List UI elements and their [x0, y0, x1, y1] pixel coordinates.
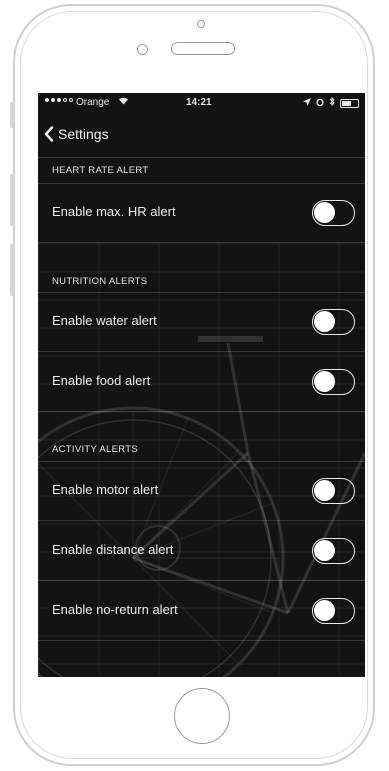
carrier-name: Orange [76, 97, 110, 108]
distance-alert-toggle[interactable] [312, 538, 355, 564]
wifi-icon [118, 96, 129, 108]
alarm-clock-icon [316, 98, 324, 109]
section-header-nutrition: NUTRITION ALERTS [52, 276, 148, 287]
earpiece-speaker [171, 42, 235, 55]
location-arrow-icon [303, 97, 311, 109]
battery-icon [340, 98, 359, 108]
divider [38, 157, 365, 158]
row-water-alert: Enable water alert [38, 293, 365, 352]
section-header-activity: ACTIVITY ALERTS [52, 444, 138, 455]
max-hr-alert-toggle[interactable] [312, 200, 355, 226]
back-button[interactable]: Settings [44, 123, 109, 145]
row-label: Enable no-return alert [52, 602, 178, 617]
food-alert-toggle[interactable] [312, 369, 355, 395]
section-header-heart-rate: HEART RATE ALERT [52, 165, 149, 176]
cellular-signal-icon [45, 98, 73, 102]
row-label: Enable water alert [52, 313, 157, 328]
app-screen: Orange 14:21 Settings HEART RATE ALERT E… [38, 93, 365, 677]
water-alert-toggle[interactable] [312, 309, 355, 335]
status-bar: Orange 14:21 [38, 93, 365, 115]
mute-switch [10, 102, 14, 128]
row-label: Enable motor alert [52, 482, 159, 497]
back-button-label: Settings [58, 126, 109, 142]
status-time: 14:21 [186, 97, 212, 108]
row-label: Enable max. HR alert [52, 204, 176, 219]
row-label: Enable food alert [52, 373, 151, 388]
chevron-left-icon [44, 126, 54, 142]
row-max-hr-alert: Enable max. HR alert [38, 184, 365, 243]
volume-up-button [10, 174, 14, 226]
bluetooth-icon [329, 96, 335, 109]
no-return-alert-toggle[interactable] [312, 598, 355, 624]
home-button[interactable] [174, 688, 230, 744]
volume-down-button [10, 244, 14, 296]
row-food-alert: Enable food alert [38, 353, 365, 412]
proximity-sensor [137, 44, 148, 55]
row-no-return-alert: Enable no-return alert [38, 582, 365, 641]
front-camera [197, 20, 205, 28]
row-motor-alert: Enable motor alert [38, 462, 365, 521]
motor-alert-toggle[interactable] [312, 478, 355, 504]
row-label: Enable distance alert [52, 542, 174, 557]
row-distance-alert: Enable distance alert [38, 522, 365, 581]
